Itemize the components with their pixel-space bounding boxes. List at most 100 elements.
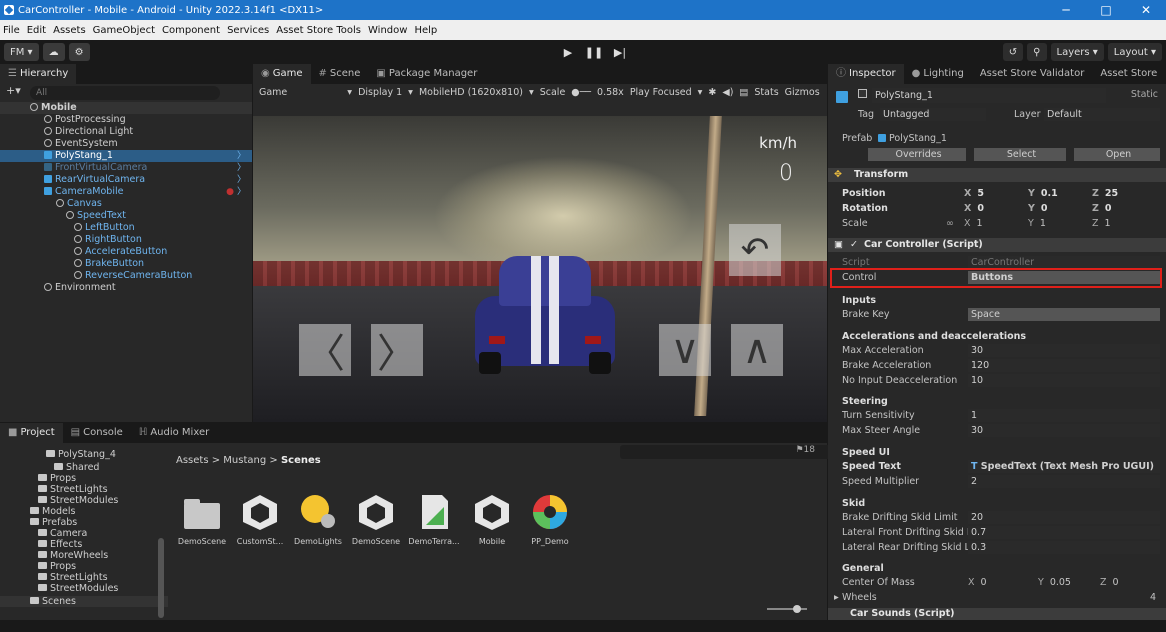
menu-window[interactable]: Window — [368, 25, 407, 36]
expand-arrow-icon[interactable]: ▸ — [834, 591, 839, 605]
left-button[interactable]: 〈 — [299, 324, 351, 377]
hierarchy-row[interactable]: FrontVirtualCamera 〉 — [0, 162, 252, 174]
hierarchy-row[interactable]: Environment — [0, 282, 252, 294]
tab-asset-store-validator[interactable]: Asset Store Validator — [972, 64, 1093, 84]
folder-row[interactable]: Scenes — [0, 596, 168, 607]
chevron-right-icon[interactable]: 〉 — [237, 174, 246, 186]
asset-item[interactable]: DemoScene — [348, 493, 404, 546]
breadcrumb-mustang[interactable]: Mustang — [223, 455, 266, 466]
tab-project[interactable]: ■ Project — [0, 423, 63, 443]
wheels-row[interactable]: ▸ Wheels 4 — [828, 591, 1166, 605]
menu-gameobject[interactable]: GameObject — [93, 25, 155, 36]
brake-accel-field[interactable]: 120 — [968, 359, 1160, 372]
display-dropdown[interactable]: Display 1 — [358, 87, 402, 98]
asset-item[interactable]: DemoTerra... — [406, 493, 462, 546]
scale-y-field[interactable]: Y1 — [1028, 217, 1046, 230]
chevron-right-icon[interactable]: 〉 — [237, 162, 246, 174]
breadcrumb-scenes[interactable]: Scenes — [281, 455, 321, 466]
menu-component[interactable]: Component — [162, 25, 220, 36]
hierarchy-row[interactable]: RearVirtualCamera 〉 — [0, 174, 252, 186]
hierarchy-row[interactable]: RightButton — [0, 234, 252, 246]
folder-row[interactable]: Props — [0, 473, 168, 484]
folder-row[interactable]: StreetLights — [0, 572, 168, 583]
menu-assets[interactable]: Assets — [53, 25, 86, 36]
maximize-button[interactable]: □ — [1086, 0, 1126, 20]
tab-package-manager[interactable]: ▣ Package Manager — [368, 64, 485, 84]
hierarchy-row[interactable]: Directional Light — [0, 126, 252, 138]
rotation-x-field[interactable]: X0 — [964, 202, 984, 215]
folder-row[interactable]: MoreWheels — [0, 550, 168, 561]
max-steer-field[interactable]: 30 — [968, 424, 1160, 437]
open-button[interactable]: Open — [1074, 148, 1160, 161]
close-button[interactable]: ✕ — [1126, 0, 1166, 20]
add-icon[interactable]: +▾ — [6, 84, 21, 97]
active-checkbox[interactable] — [858, 88, 871, 102]
asset-item[interactable]: Mobile — [464, 493, 520, 546]
static-toggle[interactable]: Static — [1131, 88, 1158, 102]
hierarchy-row[interactable]: SpeedText — [0, 210, 252, 222]
project-tree-scrollbar[interactable] — [158, 538, 164, 618]
asset-item[interactable]: DemoLights — [290, 493, 346, 546]
asset-item[interactable]: DemoScene — [174, 493, 230, 546]
brake-skid-field[interactable]: 20 — [968, 511, 1160, 524]
reverse-camera-button[interactable]: ↶ — [729, 224, 781, 276]
icon-size-slider[interactable] — [767, 605, 807, 613]
play-mode-dropdown[interactable]: Play Focused — [630, 87, 692, 98]
lat-rear-field[interactable]: 0.3 — [968, 541, 1160, 554]
tab-scene[interactable]: # Scene — [311, 64, 369, 84]
folder-row[interactable]: Prefabs — [0, 517, 168, 528]
menu-edit[interactable]: Edit — [27, 25, 46, 36]
play-icon[interactable]: ▶ — [555, 43, 581, 61]
speed-mult-field[interactable]: 2 — [968, 475, 1160, 488]
lat-front-field[interactable]: 0.7 — [968, 526, 1160, 539]
hierarchy-row[interactable]: BrakeButton — [0, 258, 252, 270]
folder-row[interactable]: StreetLights — [0, 484, 168, 495]
car-sounds-header[interactable]: Car Sounds (Script) — [828, 608, 1166, 620]
position-z-field[interactable]: Z 25 — [1092, 187, 1118, 200]
scale-slider[interactable]: ●── — [571, 87, 591, 98]
hierarchy-row[interactable]: ReverseCameraButton — [0, 270, 252, 282]
folder-row[interactable]: Props — [0, 561, 168, 572]
turn-field[interactable]: 1 — [968, 409, 1160, 422]
folder-row[interactable]: PolyStang_4 — [0, 449, 168, 460]
gizmos-button[interactable]: Gizmos — [785, 87, 820, 98]
max-accel-field[interactable]: 30 — [968, 344, 1160, 357]
tab-asset-store[interactable]: Asset Store — [1092, 64, 1165, 84]
menu-help[interactable]: Help — [414, 25, 437, 36]
hierarchy-row[interactable]: LeftButton — [0, 222, 252, 234]
accelerate-button[interactable]: ∧ — [731, 324, 783, 376]
folder-row[interactable]: StreetModules — [0, 583, 168, 594]
layout-dropdown[interactable]: Layout ▾ — [1107, 43, 1162, 61]
object-name-input[interactable]: PolyStang_1 — [872, 88, 1106, 103]
hierarchy-row[interactable]: AccelerateButton — [0, 246, 252, 258]
tab-hierarchy[interactable]: ☰ Hierarchy — [0, 64, 77, 84]
folder-row[interactable]: Effects — [0, 539, 168, 550]
tab-lighting[interactable]: ● Lighting — [904, 64, 972, 84]
tab-console[interactable]: ▤ Console — [63, 423, 131, 443]
asset-item[interactable]: CustomSt... — [232, 493, 288, 546]
cloud-icon[interactable]: ☁ — [42, 43, 65, 61]
asset-item[interactable]: PP_Demo — [522, 493, 578, 546]
tab-inspector[interactable]: ⓘ Inspector — [828, 64, 904, 84]
select-button[interactable]: Select — [974, 148, 1066, 161]
folder-row[interactable]: Shared — [0, 462, 168, 473]
chevron-right-icon[interactable]: 〉 — [237, 150, 246, 162]
com-y-field[interactable]: Y 0.05 — [1038, 576, 1071, 589]
position-x-field[interactable]: X5 — [964, 187, 984, 200]
position-y-field[interactable]: Y 0.1 — [1028, 187, 1058, 200]
layer-dropdown[interactable]: Default — [1044, 108, 1160, 121]
game-viewport[interactable]: km/h 0 ↶ 〈 〉 ∨ ∧ — [253, 116, 827, 422]
resolution-dropdown[interactable]: MobileHD (1620x810) — [419, 87, 523, 98]
hierarchy-row-selected[interactable]: PolyStang_1 〉 — [0, 150, 252, 162]
no-input-field[interactable]: 10 — [968, 374, 1160, 387]
tab-game[interactable]: ◉ Game — [253, 64, 311, 84]
history-icon[interactable]: ↺ — [1002, 43, 1024, 61]
scale-z-field[interactable]: Z1 — [1092, 217, 1111, 230]
layers-dropdown[interactable]: Layers ▾ — [1050, 43, 1104, 61]
right-button[interactable]: 〉 — [371, 324, 423, 377]
menu-file[interactable]: File — [3, 25, 20, 36]
stats-icon[interactable]: ▤ — [739, 87, 748, 98]
hierarchy-search-input[interactable]: All — [30, 86, 220, 100]
folder-row[interactable]: Camera — [0, 528, 168, 539]
folder-row[interactable]: StreetModules — [0, 495, 168, 506]
